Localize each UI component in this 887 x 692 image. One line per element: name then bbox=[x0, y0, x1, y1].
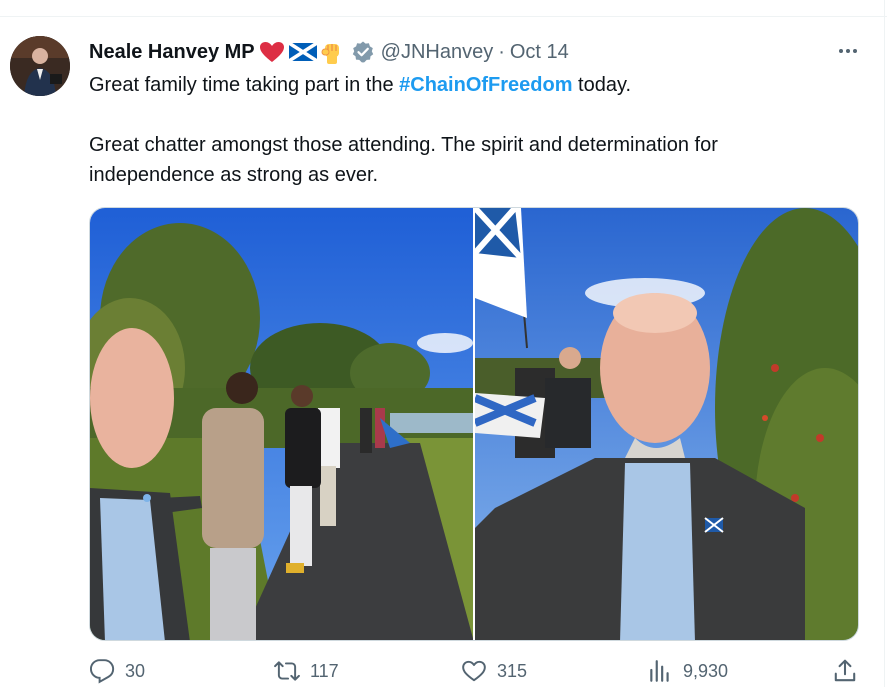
views-button[interactable]: 9,930 bbox=[647, 658, 728, 684]
tweet-text: Great family time taking part in the #Ch… bbox=[89, 70, 849, 190]
top-divider bbox=[0, 0, 887, 17]
red-heart-icon bbox=[259, 41, 285, 63]
right-divider bbox=[884, 0, 885, 687]
tweet-text-suffix: today. bbox=[572, 74, 632, 96]
verified-badge-icon[interactable] bbox=[351, 40, 375, 64]
reply-icon bbox=[89, 659, 115, 684]
raised-fist-icon bbox=[319, 41, 345, 64]
tweet-header: Neale Hanvey MP @JNHanvey · Oct 14 bbox=[89, 38, 569, 66]
retweet-button[interactable]: 117 bbox=[274, 658, 339, 684]
avatar[interactable] bbox=[10, 36, 70, 96]
like-count: 315 bbox=[497, 660, 528, 681]
reply-button[interactable]: 30 bbox=[89, 658, 145, 684]
views-chart-icon bbox=[650, 660, 669, 682]
scottish-flag-icon bbox=[287, 41, 318, 63]
views-count: 9,930 bbox=[683, 660, 729, 681]
author-name[interactable]: Neale Hanvey MP bbox=[89, 41, 255, 64]
tweet-text-line1: Great family time taking part in the #Ch… bbox=[89, 70, 849, 100]
hashtag-link[interactable]: #ChainOfFreedom bbox=[399, 74, 572, 96]
photo-left[interactable] bbox=[90, 208, 473, 640]
tweet-text-prefix: Great family time taking part in the bbox=[89, 74, 400, 96]
separator-dot: · bbox=[498, 40, 505, 63]
share-button[interactable] bbox=[832, 658, 868, 684]
retweet-count: 117 bbox=[310, 660, 339, 681]
reply-count: 30 bbox=[125, 660, 146, 681]
share-icon bbox=[834, 659, 856, 682]
like-button[interactable]: 315 bbox=[461, 658, 527, 684]
author-handle[interactable]: @JNHanvey bbox=[381, 41, 494, 64]
more-options-icon[interactable] bbox=[832, 37, 864, 65]
heart-icon bbox=[462, 660, 486, 682]
tweet-date[interactable]: Oct 14 bbox=[510, 41, 569, 64]
media-grid bbox=[89, 207, 859, 641]
retweet-icon bbox=[274, 661, 300, 681]
tweet-text-paragraph2: Great chatter amongst those attending. T… bbox=[89, 134, 718, 186]
photo-right[interactable] bbox=[475, 208, 858, 640]
